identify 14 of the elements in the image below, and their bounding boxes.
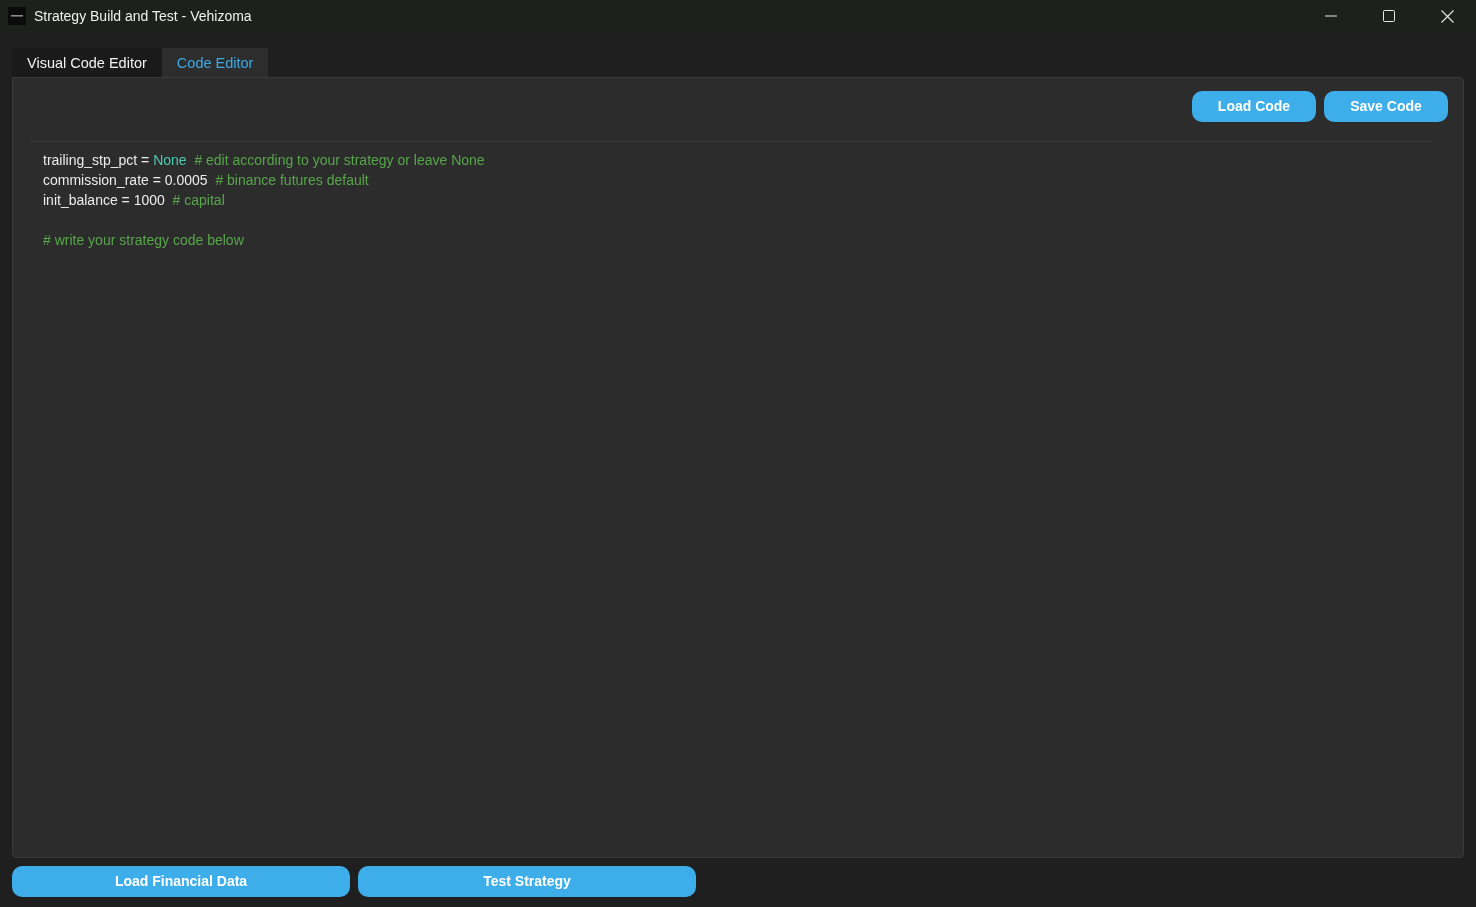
editor-tab[interactable]: Code Editor <box>161 48 269 77</box>
code-line: commission_rate = 0.0005 # binance futures default <box>43 171 370 190</box>
window-title: Strategy Build and Test - Vehizoma <box>34 6 252 26</box>
save-code-button[interactable]: Save Code <box>1324 91 1448 122</box>
close-icon <box>1440 9 1454 23</box>
code-line: # write your strategy code below <box>43 231 245 250</box>
code-line: init_balance = 1000 # capital <box>43 191 226 210</box>
editor-tab[interactable]: Visual Code Editor <box>12 48 162 77</box>
test-strategy-button[interactable]: Test Strategy <box>358 866 696 897</box>
load-code-button[interactable]: Load Code <box>1192 91 1316 122</box>
code-line: trailing_stp_pct = None # edit according to your strategy or leave None <box>43 151 486 170</box>
load-data-button[interactable]: Load Financial Data <box>12 866 350 897</box>
app-logo-icon <box>8 7 26 25</box>
maximize-icon <box>1383 10 1395 22</box>
